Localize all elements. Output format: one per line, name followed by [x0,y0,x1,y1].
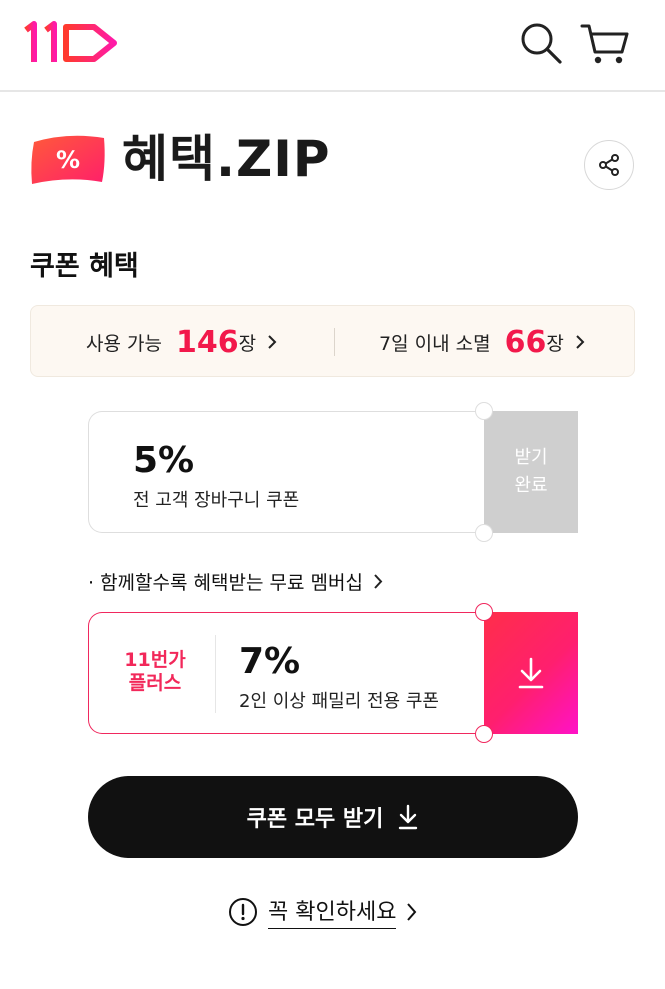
expiring-count: 66 [504,324,547,360]
expiring-unit: 장 [546,332,564,355]
divider [334,328,335,356]
search-icon[interactable] [516,18,566,68]
brand-line-2: 플러스 [128,672,182,694]
coupon-notch [475,603,493,621]
chevron-right-icon [268,335,277,349]
divider [215,635,216,713]
available-count: 146 [175,324,239,360]
download-all-coupons-button[interactable]: 쿠폰 모두 받기 [88,776,578,858]
coupon-body: 11번가 플러스 7% 2인 이상 패밀리 전용 쿠폰 [88,612,484,734]
status-line-2: 완료 [514,475,548,496]
available-label: 사용 가능 [86,332,162,355]
download-icon [518,657,544,689]
chevron-right-icon [407,902,417,921]
coupon-notch [475,725,493,743]
top-bar [0,0,665,92]
download-all-label: 쿠폰 모두 받기 [246,807,384,832]
download-icon [399,804,418,830]
coupon-received-status: 받기 완료 [484,411,578,533]
coupon-percent: 7% [239,641,301,682]
coupon-summary: 사용 가능 146 장 7일 이내 소멸 66 장 [30,305,635,377]
status-line-1: 받기 [514,447,548,468]
expiring-coupons-link[interactable]: 7일 이내 소멸 66 장 [379,306,586,378]
coupon-description: 2인 이상 패밀리 전용 쿠폰 [239,691,439,712]
coupon-body: 5% 전 고객 장바구니 쿠폰 [88,411,484,533]
coupon-card-family: 11번가 플러스 7% 2인 이상 패밀리 전용 쿠폰 [88,603,578,743]
chevron-right-icon [374,574,383,589]
cart-icon[interactable] [578,18,632,68]
coupon-notch [475,402,493,420]
section-title: 쿠폰 혜택 [30,251,139,282]
badge-text: % [56,146,80,174]
coupon-percent: 5% [133,440,195,481]
share-icon [599,154,619,176]
page-title: 혜택.ZIP [122,130,331,188]
coupon-notch [475,524,493,542]
coupon-description: 전 고객 장바구니 쿠폰 [133,490,300,511]
11st-logo[interactable] [22,20,120,66]
exclamation-circle-icon [229,897,257,926]
notice-link[interactable]: 꼭 확인하세요 [228,894,418,929]
brand-line-1: 11번가 [124,649,186,671]
coupon-card-cart: 5% 전 고객 장바구니 쿠폰 받기 완료 [88,402,578,542]
expiring-label: 7일 이내 소멸 [379,332,491,355]
download-coupon-button[interactable] [484,612,578,734]
chevron-right-icon [576,335,585,349]
available-unit: 장 [238,332,257,355]
available-coupons-link[interactable]: 사용 가능 146 장 [86,306,278,378]
membership-link-text: · 함께할수록 혜택받는 무료 멤버십 [88,572,363,594]
11st-plus-logo: 11번가 플러스 [115,649,195,695]
percent-badge-icon: % [31,135,105,184]
notice-text: 꼭 확인하세요 [268,894,397,929]
share-button[interactable] [584,140,634,190]
membership-link[interactable]: · 함께할수록 혜택받는 무료 멤버십 [88,568,384,595]
